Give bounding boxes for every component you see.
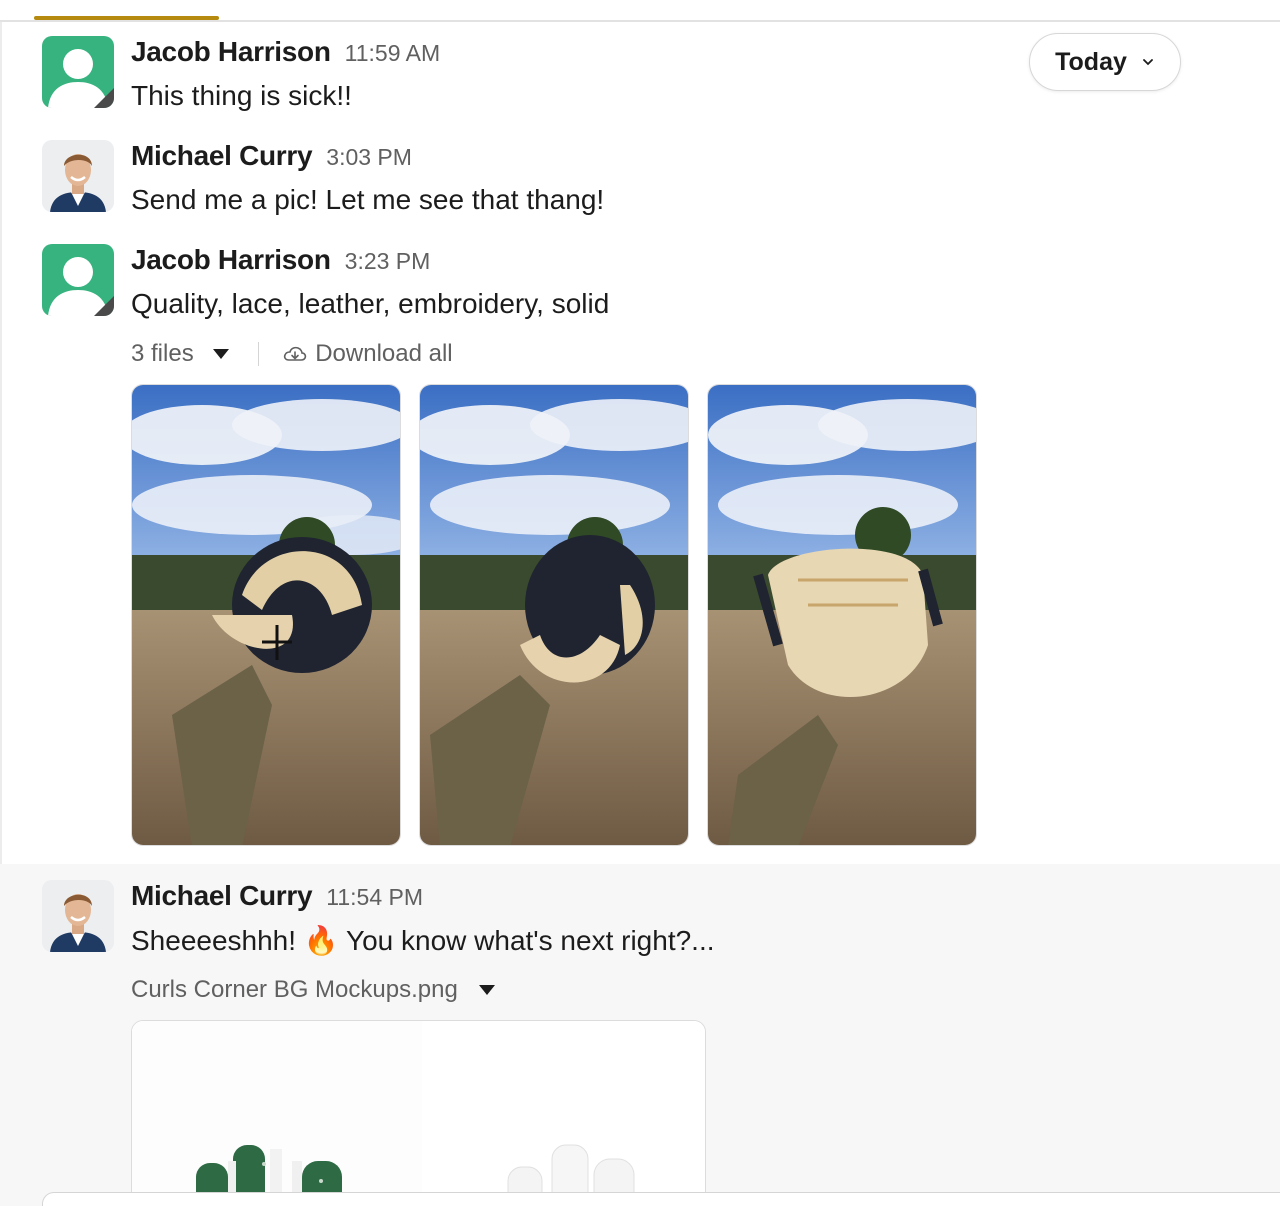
avatar[interactable] [42, 880, 114, 952]
sender-name[interactable]: Michael Curry 11:54 PM [131, 880, 423, 912]
batting-gloves-preview [132, 1021, 705, 1206]
message-text-part: You know what's next right?... [345, 925, 715, 956]
download-all-button[interactable]: Download all [283, 340, 453, 368]
sender-name[interactable]: Jacob Harrison 3:23 PM [131, 244, 430, 276]
divider [257, 342, 260, 366]
image-attachment-2[interactable] [419, 384, 689, 846]
message-text: This thing is sick!! [131, 80, 352, 111]
profile-photo [42, 880, 114, 952]
download-all-label: Download all [315, 340, 453, 367]
message-composer[interactable] [42, 1192, 1280, 1206]
channel-header-bar [0, 0, 1280, 22]
avatar[interactable] [42, 244, 114, 316]
image-attachment-1[interactable] [131, 384, 401, 846]
attachment-header: Curls Corner BG Mockups.png [131, 976, 496, 1004]
message-text: Sheeeeshhh! 🔥 You know what's next right… [131, 924, 715, 957]
sender-name[interactable]: Jacob Harrison 11:59 AM [131, 36, 440, 68]
active-tab-indicator [34, 16, 219, 20]
files-count-toggle[interactable]: 3 files [131, 340, 194, 368]
message-time[interactable]: 3:23 PM [345, 248, 431, 274]
caret-down-icon[interactable] [212, 348, 230, 360]
sender-name[interactable]: Michael Curry 3:03 PM [131, 140, 412, 172]
message-time[interactable]: 11:54 PM [326, 884, 423, 910]
date-jump-button[interactable]: Today [1029, 33, 1181, 91]
default-user-icon [48, 257, 114, 316]
date-label: Today [1055, 47, 1127, 76]
message-text: Send me a pic! Let me see that thang! [131, 184, 605, 215]
message-michael-1: Michael Curry 3:03 PM Send me a pic! Let … [0, 134, 1280, 234]
default-user-icon [48, 49, 114, 108]
message-text: Quality, lace, leather, embroidery, soli… [131, 288, 610, 319]
caret-down-icon[interactable] [478, 984, 496, 996]
message-time[interactable]: 11:59 AM [345, 40, 440, 66]
chevron-down-icon [1142, 59, 1153, 66]
avatar[interactable] [42, 36, 114, 108]
avatar[interactable] [42, 140, 114, 212]
glove-photo-back [132, 385, 400, 845]
image-attachment-mockup[interactable] [131, 1020, 706, 1206]
message-text-part: Sheeeeshhh! [131, 925, 297, 956]
attachments-toolbar: 3 files Download all [131, 340, 453, 368]
message-time[interactable]: 3:03 PM [326, 144, 412, 170]
file-name[interactable]: Curls Corner BG Mockups.png [131, 976, 458, 1004]
fire-emoji-icon: 🔥 [303, 925, 339, 956]
profile-photo [42, 140, 114, 212]
cloud-download-icon [284, 346, 307, 361]
glove-photo-side [420, 385, 688, 845]
glove-photo-palm [708, 385, 976, 845]
image-attachment-3[interactable] [707, 384, 977, 846]
